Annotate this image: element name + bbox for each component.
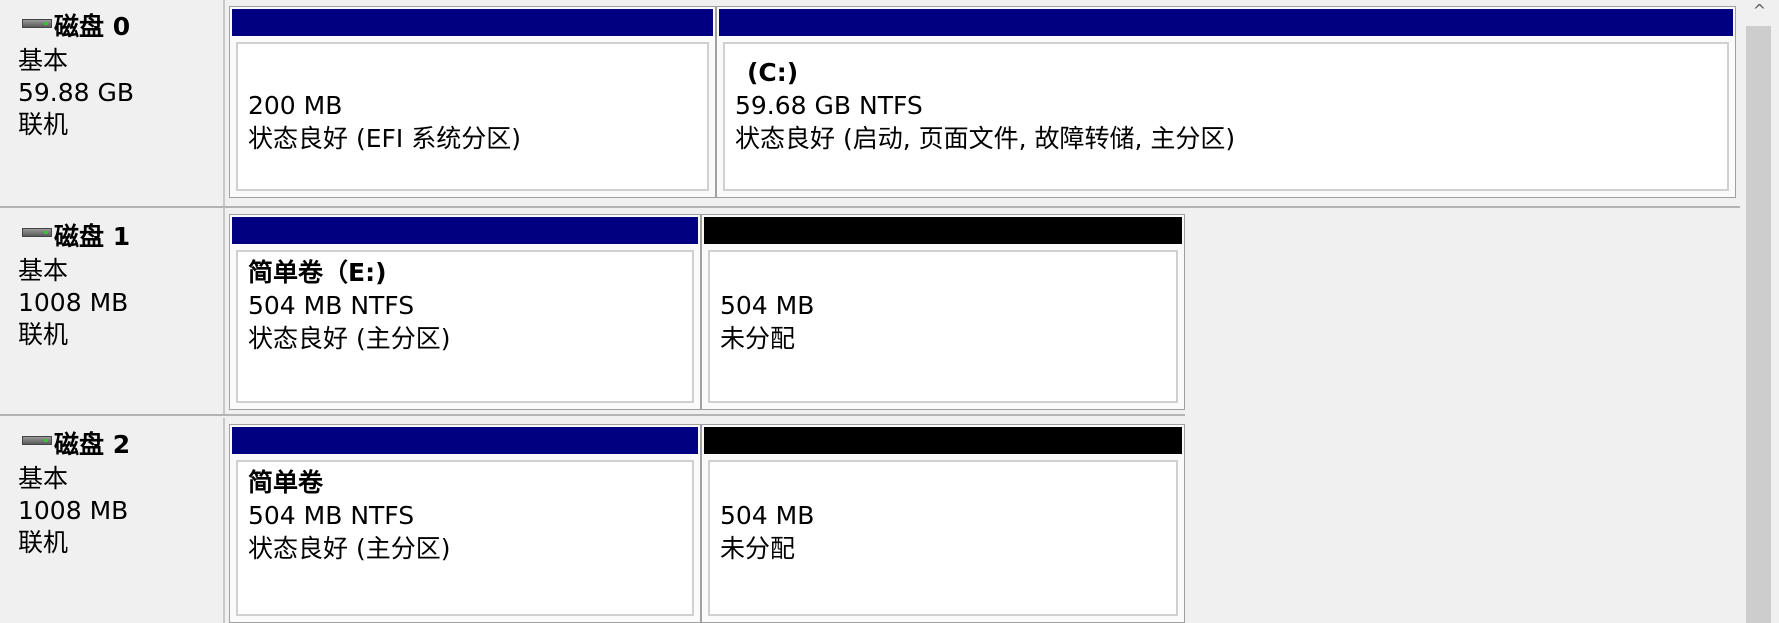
hard-disk-icon (22, 19, 52, 28)
disk-row-2[interactable]: 磁盘 2 基本 1008 MB 联机 简单卷 504 MB NTFS 状态良好 … (0, 418, 1740, 623)
partition-e[interactable]: 简单卷（E:) 504 MB NTFS 状态良好 (主分区) (229, 214, 701, 410)
partition-bar (704, 217, 1182, 244)
partition-size: 504 MB (720, 501, 815, 530)
scroll-up-arrow-icon[interactable]: ^ (1740, 0, 1779, 22)
partition-simple[interactable]: 简单卷 504 MB NTFS 状态良好 (主分区) (229, 424, 701, 623)
partition-size: 200 MB (248, 91, 343, 120)
partition-body: (C:) 59.68 GB NTFS 状态良好 (启动, 页面文件, 故障转储,… (723, 42, 1729, 191)
disk-info-1[interactable]: 磁盘 1 基本 1008 MB 联机 (0, 210, 225, 416)
partition-bar (232, 9, 713, 36)
disk-type: 基本 (18, 46, 69, 75)
partition-unallocated[interactable]: 504 MB 未分配 (701, 424, 1185, 623)
partition-state: 状态良好 (主分区) (248, 324, 451, 353)
partition-unallocated[interactable]: 504 MB 未分配 (701, 214, 1185, 410)
row-divider (0, 206, 1740, 208)
disk-size: 1008 MB (18, 496, 129, 525)
disk-status: 联机 (18, 110, 69, 139)
partition-label: (C:) (747, 58, 799, 87)
disk-title: 磁盘 1 (54, 222, 131, 251)
partition-bar (704, 427, 1182, 454)
partition-body: 504 MB 未分配 (708, 460, 1178, 616)
partition-state: 未分配 (720, 324, 796, 353)
partition-label: 简单卷 (248, 468, 324, 497)
partition-c[interactable]: (C:) 59.68 GB NTFS 状态良好 (启动, 页面文件, 故障转储,… (716, 6, 1736, 198)
partition-state: 状态良好 (EFI 系统分区) (248, 124, 521, 153)
partition-bar (232, 427, 698, 454)
disk-type: 基本 (18, 256, 69, 285)
partition-bar (719, 9, 1733, 36)
partition-label: 简单卷（E:) (248, 258, 387, 287)
scroll-thumb[interactable] (1746, 26, 1771, 623)
disk-row-1[interactable]: 磁盘 1 基本 1008 MB 联机 简单卷（E:) 504 MB NTFS 状… (0, 210, 1740, 416)
hard-disk-icon (22, 436, 52, 445)
disk-status: 联机 (18, 320, 69, 349)
disk-size: 1008 MB (18, 288, 129, 317)
partition-state: 未分配 (720, 534, 796, 563)
partition-body: 简单卷（E:) 504 MB NTFS 状态良好 (主分区) (236, 250, 694, 403)
partition-state: 状态良好 (启动, 页面文件, 故障转储, 主分区) (735, 124, 1236, 153)
disk-title: 磁盘 0 (54, 12, 131, 41)
partition-bar (232, 217, 698, 244)
partition-body: 200 MB 状态良好 (EFI 系统分区) (236, 42, 709, 191)
partition-body: 简单卷 504 MB NTFS 状态良好 (主分区) (236, 460, 694, 616)
partition-state: 状态良好 (主分区) (248, 534, 451, 563)
disk-info-2[interactable]: 磁盘 2 基本 1008 MB 联机 (0, 418, 225, 623)
disk-title: 磁盘 2 (54, 430, 131, 459)
row-divider (0, 414, 1185, 416)
vertical-scrollbar[interactable]: ^ (1740, 0, 1779, 623)
partition-size: 504 MB NTFS (248, 501, 415, 530)
partition-body: 504 MB 未分配 (708, 250, 1178, 403)
partition-size: 504 MB (720, 291, 815, 320)
partition-efi[interactable]: 200 MB 状态良好 (EFI 系统分区) (229, 6, 716, 198)
partition-size: 59.68 GB NTFS (735, 91, 923, 120)
partition-size: 504 MB NTFS (248, 291, 415, 320)
disk-type: 基本 (18, 464, 69, 493)
disk-row-0[interactable]: 磁盘 0 基本 59.88 GB 联机 200 MB 状态良好 (EFI 系统分… (0, 0, 1740, 210)
disk-info-0[interactable]: 磁盘 0 基本 59.88 GB 联机 (0, 0, 225, 210)
hard-disk-icon (22, 228, 52, 237)
disk-size: 59.88 GB (18, 78, 135, 107)
disk-status: 联机 (18, 528, 69, 557)
